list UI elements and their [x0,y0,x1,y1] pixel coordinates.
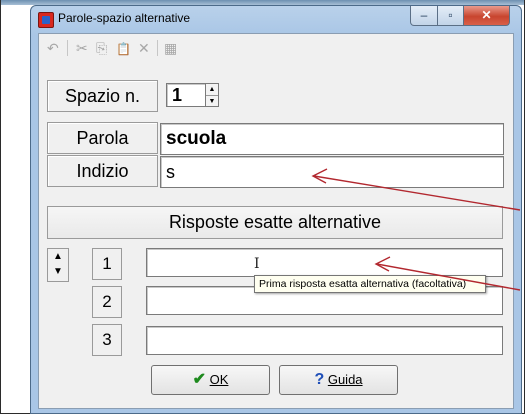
annotation-arrows [311,168,521,291]
annotation-arrow-answer [376,263,521,291]
annotation-arrow-indizio [313,175,521,211]
